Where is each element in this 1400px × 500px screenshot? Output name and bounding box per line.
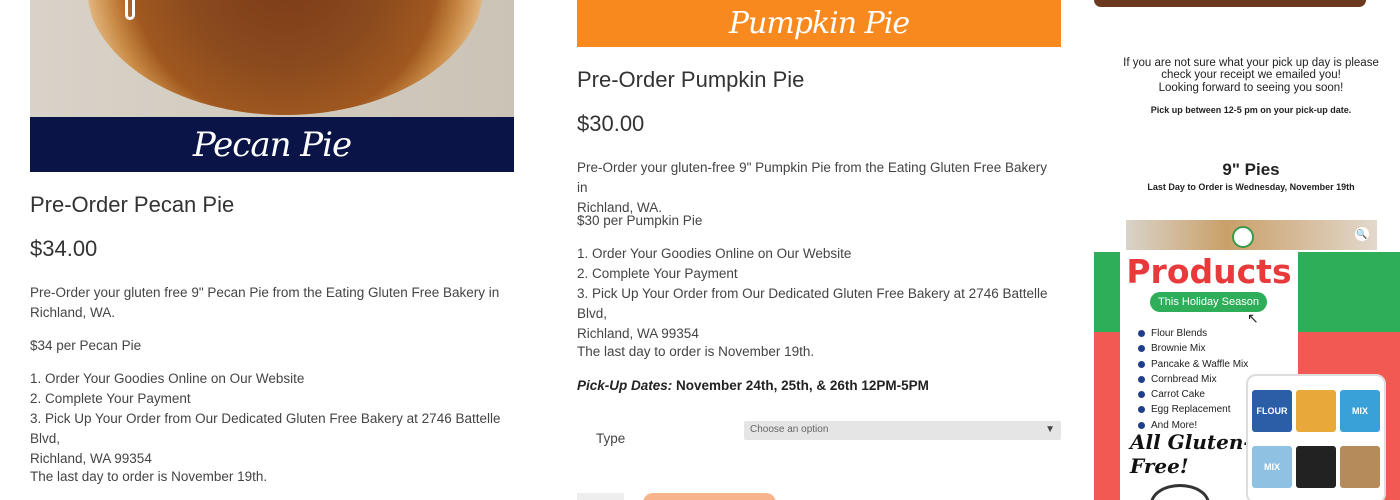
promo-list: Flour Blends Brownie Mix Pancake & Waffl… xyxy=(1138,326,1248,433)
product-tile xyxy=(1296,446,1336,488)
sidebar-top-image xyxy=(1094,0,1366,7)
pecan-description-line: Pre-Order your gluten free 9" Pecan Pie … xyxy=(30,285,500,300)
promo-list-item: Egg Replacement xyxy=(1138,402,1248,417)
chevron-down-icon: ▼ xyxy=(1045,424,1055,435)
product-tile xyxy=(1296,390,1336,432)
product-tile xyxy=(1340,446,1380,488)
pecan-description-line: Richland, WA. xyxy=(30,305,116,320)
pumpkin-product-price: $30.00 xyxy=(577,111,645,136)
utensil-graphic xyxy=(125,0,135,20)
pumpkin-product-title: Pre-Order Pumpkin Pie xyxy=(577,67,805,92)
pies-heading: 9" Pies xyxy=(1222,160,1280,179)
promo-list-item: Cornbread Mix xyxy=(1138,372,1248,387)
pumpkin-step: 1. Order Your Goodies Online on Our Webs… xyxy=(577,246,852,261)
pecan-pie-image[interactable]: Pecan Pie xyxy=(30,0,514,172)
pecan-product-title: Pre-Order Pecan Pie xyxy=(30,192,235,217)
pecan-last-day: The last day to order is November 19th. xyxy=(30,469,268,484)
promo-title: Products xyxy=(1126,252,1292,291)
pumpkin-step: 2. Complete Your Payment xyxy=(577,266,738,281)
promo-list-item: Pancake & Waffle Mix xyxy=(1138,357,1248,372)
pecan-description: Pre-Order your gluten free 9" Pecan Pie … xyxy=(30,283,514,323)
type-label: Type xyxy=(596,431,626,446)
holiday-products-promo[interactable]: Products This Holiday Season Flour Blend… xyxy=(1094,252,1400,500)
pickup-notice: If you are not sure what your pick up da… xyxy=(1120,57,1382,81)
pecan-pie-banner-text: Pecan Pie xyxy=(192,124,352,165)
promo-phone-mockup: FLOUR MIX MIX xyxy=(1246,374,1386,500)
bakery-logo-icon xyxy=(1232,226,1254,248)
promo-list-item: Flour Blends xyxy=(1138,326,1248,341)
promo-list-item: Carrot Cake xyxy=(1138,387,1248,402)
promo-list-item: Brownie Mix xyxy=(1138,341,1248,356)
pumpkin-pie-banner-text: Pumpkin Pie xyxy=(728,6,910,41)
type-select[interactable]: Choose an option ▼ xyxy=(744,421,1061,440)
magnifier-icon[interactable]: 🔍 xyxy=(1355,227,1369,241)
pumpkin-steps: 1. Order Your Goodies Online on Our Webs… xyxy=(577,244,1067,344)
pumpkin-per-item: $30 per Pumpkin Pie xyxy=(577,213,703,228)
mouse-cursor-icon: ↖ xyxy=(1247,310,1259,326)
add-to-cart-button[interactable] xyxy=(643,493,776,500)
product-tile: MIX xyxy=(1252,446,1292,488)
pickup-dates-value: November 24th, 25th, & 26th 12PM-5PM xyxy=(672,378,929,393)
pickup-dates-label: Pick-Up Dates: xyxy=(577,378,673,393)
pecan-step: 3. Pick Up Your Order from Our Dedicated… xyxy=(30,411,501,446)
pecan-step: 2. Complete Your Payment xyxy=(30,391,191,406)
pecan-step: 1. Order Your Goodies Online on Our Webs… xyxy=(30,371,305,386)
pecan-pie-banner: Pecan Pie xyxy=(30,117,514,172)
pumpkin-step: 3. Pick Up Your Order from Our Dedicated… xyxy=(577,286,1048,321)
type-select-placeholder: Choose an option xyxy=(750,424,829,435)
pickup-notice-line: If you are not sure what your pick up da… xyxy=(1123,57,1379,69)
pumpkin-description: Pre-Order your gluten-free 9" Pumpkin Pi… xyxy=(577,158,1061,218)
product-tile: FLOUR xyxy=(1252,390,1292,432)
pumpkin-description-line: Pre-Order your gluten-free 9" Pumpkin Pi… xyxy=(577,160,1048,195)
pumpkin-step: Richland, WA 99354 xyxy=(577,326,699,341)
pecan-product-price: $34.00 xyxy=(30,236,98,261)
pickup-notice-line: check your receipt we emailed you! xyxy=(1161,69,1341,81)
promo-badge xyxy=(1150,484,1210,500)
pumpkin-last-day: The last day to order is November 19th. xyxy=(577,344,815,359)
product-tile: MIX xyxy=(1340,390,1380,432)
pickup-notice-thanks: Looking forward to seeing you soon! xyxy=(1158,82,1344,94)
pecan-per-item: $34 per Pecan Pie xyxy=(30,338,142,353)
pies-last-day: Last Day to Order is Wednesday, November… xyxy=(1147,182,1355,192)
pecan-step: Richland, WA 99354 xyxy=(30,451,152,466)
pickup-hours-note: Pick up between 12-5 pm on your pick-up … xyxy=(1150,105,1352,115)
pecan-steps: 1. Order Your Goodies Online on Our Webs… xyxy=(30,369,520,469)
pumpkin-pickup-dates: Pick-Up Dates: November 24th, 25th, & 26… xyxy=(577,376,929,396)
quantity-input[interactable] xyxy=(577,493,624,500)
pumpkin-pie-image[interactable]: Pumpkin Pie xyxy=(577,0,1061,47)
promo-pill: This Holiday Season xyxy=(1150,292,1267,312)
